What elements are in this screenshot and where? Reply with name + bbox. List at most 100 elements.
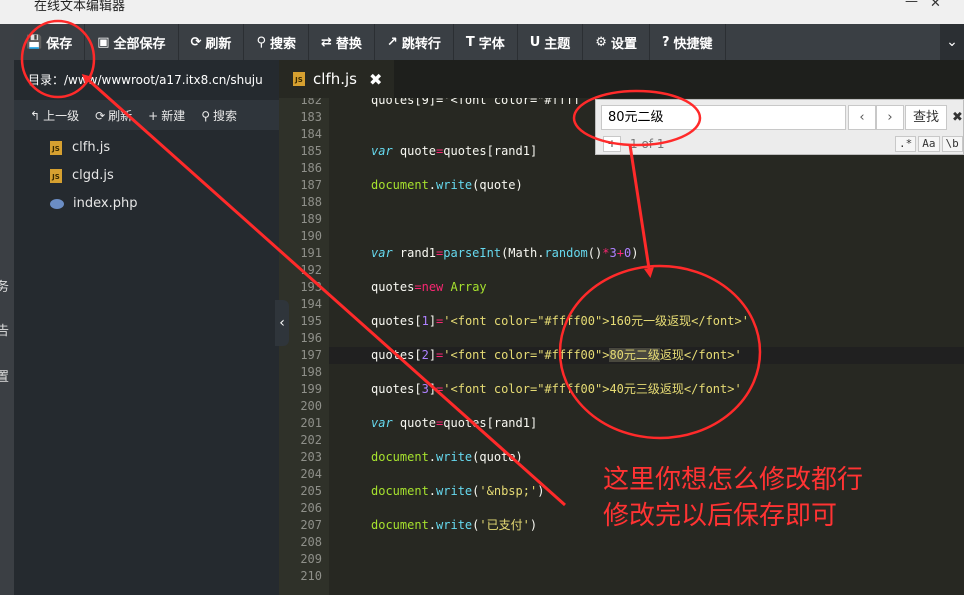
line-number: 207 [300, 518, 322, 532]
refresh-button[interactable]: ⟳ 刷新 [179, 24, 245, 60]
line-number: 182 [300, 98, 322, 107]
close-search-icon[interactable]: ✖ [952, 105, 963, 130]
save-all-button[interactable]: ▣ 全部保存 [85, 24, 179, 60]
shortcuts-button[interactable]: ? 快捷键 [650, 24, 726, 60]
window-title: 在线文本编辑器 [34, 0, 126, 14]
close-window-button[interactable]: ✕ [930, 0, 941, 11]
find-next-button[interactable]: › [876, 105, 904, 130]
line-number: 208 [300, 535, 322, 549]
regex-toggle[interactable]: .* [895, 136, 917, 152]
chevron-down-icon[interactable]: ⌄ [940, 24, 964, 60]
line-number: 192 [300, 263, 322, 277]
find-prev-button[interactable]: ‹ [848, 105, 876, 130]
line-number: 188 [300, 195, 322, 209]
save-all-label: 全部保存 [113, 36, 166, 52]
toggle-replace-button[interactable]: + [603, 136, 621, 152]
line-number: 205 [300, 484, 322, 498]
match-count: 1 of 1 [630, 137, 665, 151]
search-label: 搜索 [269, 36, 296, 52]
line-number: 201 [300, 416, 322, 430]
host-left-strip: 务 告 置 [0, 24, 14, 595]
close-tab-icon[interactable]: ✖ [369, 70, 382, 89]
files-icon: ▣ [97, 34, 110, 50]
code-line: document.write(quote) [371, 178, 523, 192]
file-name: clgd.js [72, 168, 114, 183]
up-icon: ↰ [30, 108, 41, 123]
replace-label: 替换 [335, 36, 362, 52]
file-item-index[interactable]: index.php [14, 190, 279, 218]
save-icon: 💾 [26, 34, 43, 50]
line-number: 197 [300, 348, 322, 362]
search-icon: ⚲ [256, 34, 266, 50]
line-number: 202 [300, 433, 322, 447]
line-number: 209 [300, 552, 322, 566]
replace-button[interactable]: ⇄ 替换 [309, 24, 375, 60]
tab-clfh[interactable]: JS clfh.js ✖ [279, 60, 394, 98]
goto-icon: ↗ [386, 34, 398, 50]
toolbar: 💾 保存 ▣ 全部保存 ⟳ 刷新 ⚲ 搜索 ⇄ 替换 ↗ 跳转行 T 字体 U 主题 ⚙ 设置 ?… [14, 24, 940, 60]
sidebar-collapse-handle[interactable]: ‹ [275, 300, 289, 346]
refresh-icon: ⟳ [95, 108, 106, 123]
js-file-icon: JS [293, 72, 305, 86]
code-line-active: quotes[2]='<font color="#ffff00">80元二级返现… [329, 347, 964, 364]
whole-word-toggle[interactable]: \b [941, 136, 963, 152]
case-toggle[interactable]: Aa [918, 136, 940, 152]
find-button[interactable]: 查找 [905, 105, 947, 130]
refresh-label: 刷新 [205, 36, 232, 52]
parent-dir-button[interactable]: ↰ 上一级 [30, 107, 79, 124]
line-number: 190 [300, 229, 322, 243]
code-line: quotes[3]='<font color="#ffff00">40元三级返现… [371, 382, 742, 396]
code-line: var rand1=parseInt(Math.random()*3+0) [371, 246, 639, 260]
php-file-icon [50, 199, 64, 209]
new-file-button[interactable]: + 新建 [148, 107, 185, 124]
font-label: 字体 [478, 36, 505, 52]
shortcuts-label: 快捷键 [673, 36, 713, 52]
line-number: 186 [300, 161, 322, 175]
strip-glyph: 务 [0, 280, 10, 295]
line-number: 206 [300, 501, 322, 515]
line-number: 183 [300, 110, 322, 124]
title-bar: 在线文本编辑器 — ✕ [0, 0, 964, 24]
plus-icon: + [148, 108, 159, 123]
search-input[interactable]: 80元二级 [601, 105, 846, 130]
line-number: 185 [300, 144, 322, 158]
file-item-clfh[interactable]: JS clfh.js [14, 134, 279, 162]
line-number: 189 [300, 212, 322, 226]
font-button[interactable]: T 字体 [454, 24, 518, 60]
code-line: quotes=new Array [371, 280, 487, 294]
code-line: var quote=quotes[rand1] [371, 416, 538, 430]
line-number: 210 [300, 569, 322, 583]
save-button[interactable]: 💾 保存 [14, 24, 86, 60]
strip-glyph: 置 [0, 370, 10, 385]
strip-glyph: 告 [0, 324, 10, 339]
code-line: quotes[1]='<font color="#ffff00">160元一级返… [371, 314, 749, 328]
line-number: 187 [300, 178, 322, 192]
goto-line-button[interactable]: ↗ 跳转行 [375, 24, 454, 60]
new-file-label: 新建 [161, 108, 186, 123]
font-icon: T [465, 34, 475, 50]
theme-button[interactable]: U 主题 [518, 24, 584, 60]
settings-button[interactable]: ⚙ 设置 [583, 24, 650, 60]
line-number: 199 [300, 382, 322, 396]
sidebar-refresh-button[interactable]: ⟳ 刷新 [95, 107, 132, 124]
file-item-clgd[interactable]: JS clgd.js [14, 162, 279, 190]
refresh-icon: ⟳ [190, 34, 202, 50]
file-name: clfh.js [72, 140, 111, 155]
js-file-icon: JS [50, 169, 62, 183]
theme-label: 主题 [544, 36, 571, 52]
replace-icon: ⇄ [320, 34, 332, 50]
line-gutter: 182 183 184 185 186 187 188 189 190 191 … [279, 98, 329, 595]
search-button[interactable]: ⚲ 搜索 [244, 24, 309, 60]
minimize-button[interactable]: — [905, 0, 918, 9]
sidebar-search-button[interactable]: ⚲ 搜索 [201, 107, 237, 124]
line-number: 193 [300, 280, 322, 294]
